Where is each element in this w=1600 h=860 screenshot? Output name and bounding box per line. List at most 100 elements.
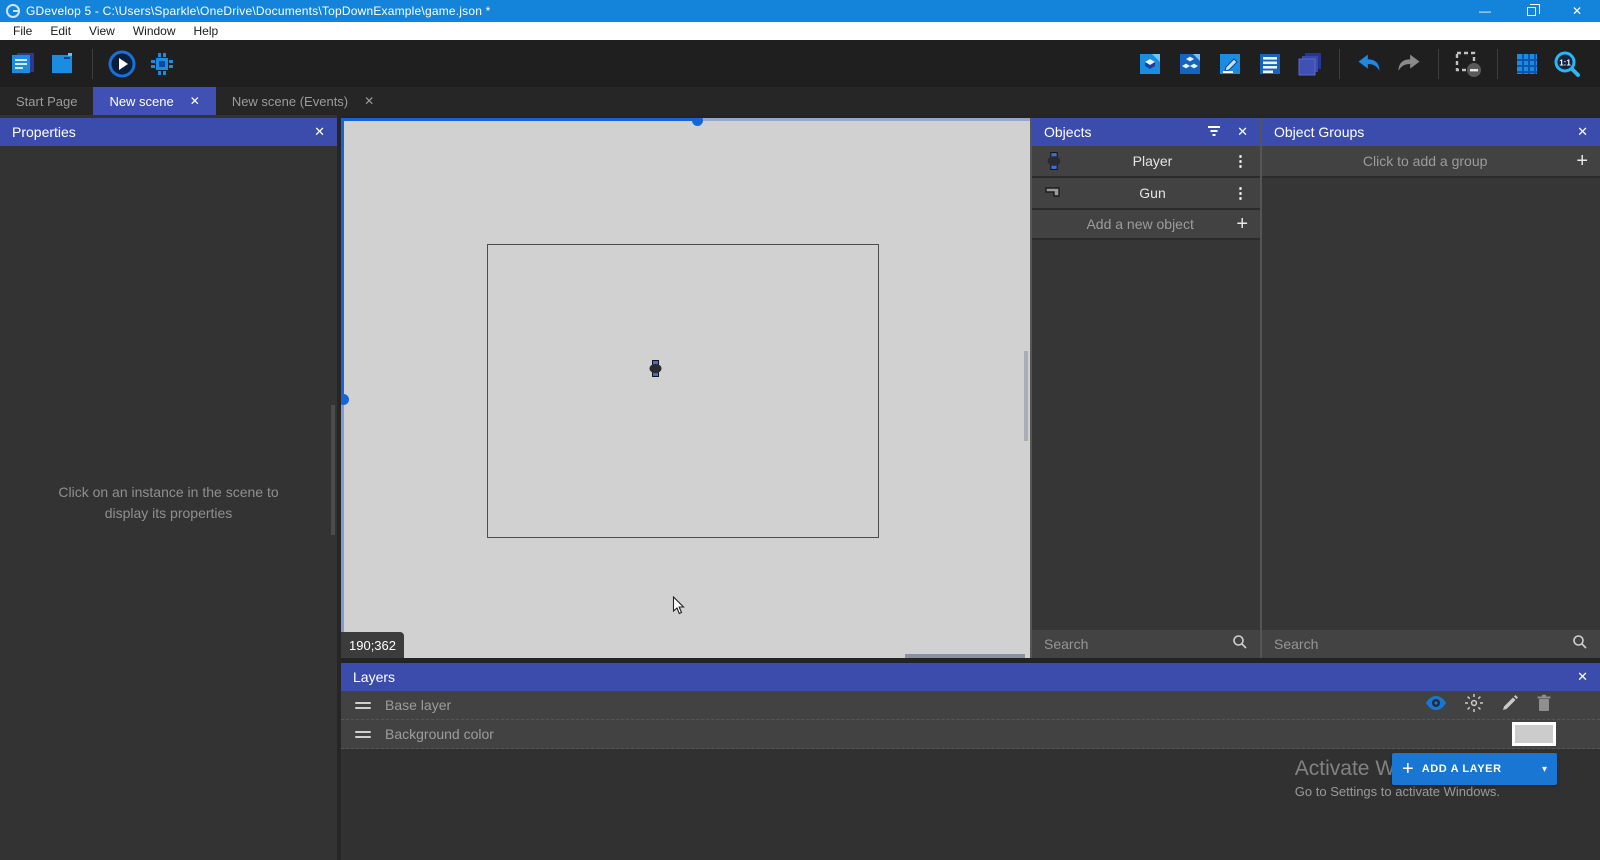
kebab-menu-icon[interactable]: ⋮ xyxy=(1231,184,1250,202)
scene-window-handle-top[interactable] xyxy=(692,118,703,126)
scene-window-border-top-right xyxy=(697,118,1030,121)
objects-search-row xyxy=(1032,630,1260,658)
menu-view[interactable]: View xyxy=(80,22,124,40)
scene-window-handle-left[interactable] xyxy=(341,394,349,405)
tab-bar: Start Page New scene ✕ New scene (Events… xyxy=(0,87,1600,115)
mouse-cursor xyxy=(672,596,686,621)
zoom-original-icon[interactable]: 1:1 xyxy=(1552,49,1582,79)
gdevelop-window: GDevelop 5 - C:\Users\Sparkle\OneDrive\D… xyxy=(0,0,1600,860)
toolbar-separator xyxy=(92,49,93,79)
debug-icon[interactable] xyxy=(147,49,177,79)
play-preview-icon[interactable] xyxy=(107,49,137,79)
object-groups-editor-icon[interactable] xyxy=(1175,49,1205,79)
plus-icon: + xyxy=(1576,151,1588,171)
layers-editor-icon[interactable] xyxy=(1295,49,1325,79)
menu-file[interactable]: File xyxy=(4,22,41,40)
layers-panel-title: Layers xyxy=(353,669,395,685)
filter-icon[interactable] xyxy=(1207,125,1221,140)
objects-editor-icon[interactable] xyxy=(1135,49,1165,79)
properties-panel-body: Click on an instance in the scene to dis… xyxy=(0,146,337,860)
object-row-player[interactable]: Player ⋮ xyxy=(1032,146,1260,178)
canvas-vertical-scrollbar[interactable] xyxy=(1024,351,1028,441)
object-groups-panel: Object Groups ✕ Click to add a group + xyxy=(1260,118,1600,658)
restore-icon xyxy=(1527,7,1536,16)
editor-right-column: 190;362 Objects ✕ xyxy=(341,115,1600,860)
restore-button[interactable] xyxy=(1508,0,1554,22)
add-object-label: Add a new object xyxy=(1044,216,1236,232)
menu-bar: File Edit View Window Help xyxy=(0,22,1600,40)
add-object-row[interactable]: Add a new object + xyxy=(1032,210,1260,240)
layers-panel: Layers ✕ Base layer xyxy=(341,658,1600,860)
tab-new-scene[interactable]: New scene ✕ xyxy=(93,87,215,115)
properties-empty-message: Click on an instance in the scene to dis… xyxy=(36,482,301,524)
properties-panel-header: Properties ✕ xyxy=(0,118,337,146)
drag-handle-icon[interactable] xyxy=(355,731,371,738)
close-icon[interactable]: ✕ xyxy=(1577,124,1588,140)
properties-editor-icon[interactable] xyxy=(1215,49,1245,79)
menu-window[interactable]: Window xyxy=(124,22,185,40)
layer-row-base[interactable]: Base layer xyxy=(341,691,1600,720)
objects-panel-title: Objects xyxy=(1044,124,1091,140)
close-icon[interactable]: ✕ xyxy=(1577,669,1588,685)
add-layer-button[interactable]: + ADD A LAYER ▾ xyxy=(1392,753,1557,785)
minimize-icon: — xyxy=(1479,4,1491,18)
project-manager-icon[interactable] xyxy=(8,49,38,79)
kebab-menu-icon[interactable]: ⋮ xyxy=(1231,152,1250,170)
layers-panel-bottom-area: Activate Windows Go to Settings to activ… xyxy=(341,749,1600,860)
close-icon[interactable]: ✕ xyxy=(314,124,325,140)
properties-panel: Properties ✕ Click on an instance in the… xyxy=(0,115,341,860)
clear-selection-icon[interactable] xyxy=(1453,49,1483,79)
layer-row-background-color[interactable]: Background color xyxy=(341,720,1600,749)
tab-close-icon[interactable]: ✕ xyxy=(190,94,200,108)
groups-search-input[interactable] xyxy=(1274,636,1572,652)
object-row-gun[interactable]: Gun ⋮ xyxy=(1032,178,1260,210)
scene-window-icon[interactable] xyxy=(48,49,78,79)
menu-edit[interactable]: Edit xyxy=(41,22,80,40)
layer-actions xyxy=(1425,693,1586,718)
properties-scrollbar[interactable] xyxy=(331,405,335,535)
close-window-button[interactable]: ✕ xyxy=(1554,0,1600,22)
menu-help[interactable]: Help xyxy=(185,22,228,40)
tab-start-page[interactable]: Start Page xyxy=(0,87,93,115)
redo-icon[interactable] xyxy=(1394,49,1424,79)
window-controls: — ✕ xyxy=(1462,0,1600,22)
effects-icon[interactable] xyxy=(1464,693,1484,718)
add-group-label: Click to add a group xyxy=(1274,153,1576,169)
groups-search-row xyxy=(1262,630,1600,658)
undo-icon[interactable] xyxy=(1354,49,1384,79)
minimize-button[interactable]: — xyxy=(1462,0,1508,22)
close-icon: ✕ xyxy=(1572,4,1582,18)
objects-search-input[interactable] xyxy=(1044,636,1232,652)
player-instance[interactable] xyxy=(649,360,662,382)
toolbar: 1:1 xyxy=(0,40,1600,87)
chevron-down-icon[interactable]: ▾ xyxy=(1534,764,1547,775)
scene-window-border-top xyxy=(341,118,697,121)
visibility-eye-icon[interactable] xyxy=(1425,695,1447,716)
toolbar-separator xyxy=(1438,49,1439,79)
object-groups-panel-header: Object Groups ✕ xyxy=(1262,118,1600,146)
grid-icon[interactable] xyxy=(1512,49,1542,79)
editor-top-row: 190;362 Objects ✕ xyxy=(341,115,1600,658)
layer-name: Base layer xyxy=(385,697,1425,713)
main-content: Properties ✕ Click on an instance in the… xyxy=(0,115,1600,860)
object-groups-panel-title: Object Groups xyxy=(1274,124,1364,140)
edit-pencil-icon[interactable] xyxy=(1501,694,1519,717)
tab-close-icon[interactable]: ✕ xyxy=(364,94,374,108)
objects-panel-header: Objects ✕ xyxy=(1032,118,1260,146)
add-group-row[interactable]: Click to add a group + xyxy=(1262,146,1600,178)
tab-new-scene-events[interactable]: New scene (Events) ✕ xyxy=(216,87,390,115)
title-bar: GDevelop 5 - C:\Users\Sparkle\OneDrive\D… xyxy=(0,0,1600,22)
close-icon[interactable]: ✕ xyxy=(1237,124,1248,140)
trash-icon[interactable] xyxy=(1536,694,1552,717)
toolbar-left-group xyxy=(8,49,177,79)
add-layer-button-label: ADD A LAYER xyxy=(1422,763,1534,775)
gun-thumbnail-icon xyxy=(1042,186,1066,200)
objects-panel-empty-area xyxy=(1032,240,1260,630)
objects-panel: Objects ✕ Player ⋮ xyxy=(1030,118,1260,658)
tab-label: New scene xyxy=(109,94,173,109)
instances-list-icon[interactable] xyxy=(1255,49,1285,79)
background-color-swatch[interactable] xyxy=(1512,722,1556,746)
scene-canvas[interactable]: 190;362 xyxy=(341,118,1030,658)
drag-handle-icon[interactable] xyxy=(355,702,371,709)
plus-icon: + xyxy=(1236,214,1248,234)
